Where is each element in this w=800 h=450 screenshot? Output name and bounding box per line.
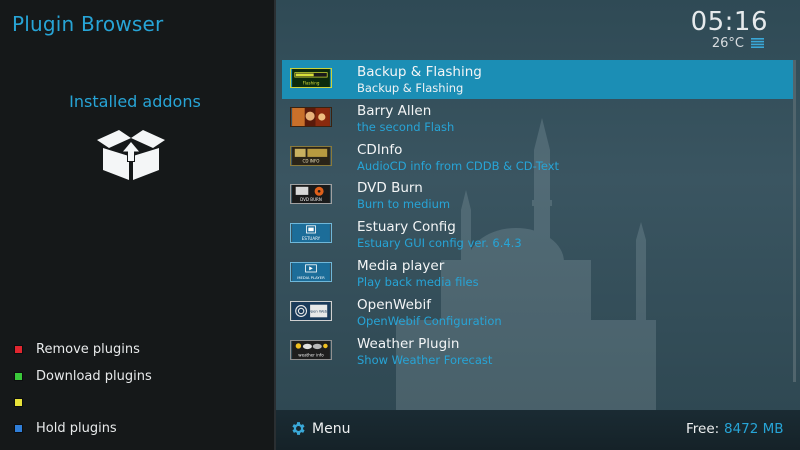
red-square-icon [15, 345, 22, 353]
cdinfo-icon: CD INFO [290, 145, 332, 166]
section-title: Installed addons [69, 92, 201, 111]
dvd-burn-icon: DVD BURN [290, 184, 332, 205]
plugin-name: Estuary Config [357, 219, 456, 236]
free-space-value: 8472 MB [724, 421, 784, 437]
menu-button[interactable]: Menu [312, 421, 350, 437]
plugin-row-openwebif[interactable]: Open Webif OpenWebif OpenWebif Configura… [282, 293, 794, 332]
color-key-blue[interactable]: Hold plugins [15, 418, 117, 438]
plugin-row-dvd-burn[interactable]: DVD BURN DVD Burn Burn to medium [282, 176, 794, 215]
estuary-icon: ESTUARY [290, 223, 332, 244]
plugin-name: Barry Allen [357, 102, 432, 119]
flashing-thumb-label: Flashing [303, 80, 320, 85]
free-space-label: Free: [686, 421, 720, 437]
plugin-description: AudioCD info from CDDB & CD-Text [357, 158, 560, 173]
green-square-icon [15, 372, 22, 380]
cdinfo-thumb-label: CD INFO [303, 158, 320, 163]
media-player-icon: MEDIA PLAYER [290, 261, 332, 282]
plugin-name: Weather Plugin [357, 335, 460, 352]
plugin-description: Estuary GUI config ver. 6.4.3 [357, 236, 522, 251]
color-key-green[interactable]: Download plugins [15, 366, 152, 386]
plugin-list: Flashing Backup & Flashing Backup & Flas… [282, 60, 794, 370]
plugin-name: Media player [357, 257, 445, 274]
plugin-row-backup-flashing[interactable]: Flashing Backup & Flashing Backup & Flas… [282, 60, 794, 99]
right-panel: 05:16 26°C Flashing Backup & Flashing Ba… [276, 0, 800, 450]
plugin-description: Play back media files [357, 274, 479, 289]
app-title: Plugin Browser [12, 12, 164, 36]
plugin-name: CDInfo [357, 141, 403, 158]
clock: 05:16 [690, 7, 768, 37]
plugin-description: Backup & Flashing [357, 81, 464, 95]
plugin-name: Backup & Flashing [357, 64, 482, 80]
color-key-label: Hold plugins [36, 420, 117, 436]
color-key-label: Download plugins [36, 368, 152, 384]
screen: Plugin Browser Installed addons Remove p… [0, 0, 800, 450]
color-key-red[interactable]: Remove plugins [15, 339, 140, 359]
media-player-thumb-label: MEDIA PLAYER [297, 276, 325, 280]
blue-square-icon [15, 424, 22, 432]
bottom-bar: Menu Free: 8472 MB [276, 410, 800, 450]
plugin-row-barry-allen[interactable]: Barry Allen the second Flash [282, 99, 794, 138]
plugin-name: DVD Burn [357, 180, 423, 197]
weather-lines-icon [751, 38, 764, 48]
barry-allen-icon [290, 106, 332, 127]
yellow-square-icon [15, 398, 22, 406]
list-scrollbar[interactable] [793, 60, 796, 382]
openwebif-icon: Open Webif [290, 300, 332, 321]
temperature: 26°C [711, 36, 744, 51]
left-panel: Plugin Browser Installed addons Remove p… [0, 0, 276, 450]
dvd-burn-thumb-label: DVD BURN [300, 197, 322, 202]
plugin-description: Show Weather Forecast [357, 352, 493, 367]
plugin-description: OpenWebif Configuration [357, 313, 502, 328]
plugin-row-weather-plugin[interactable]: weather info Weather Plugin Show Weather… [282, 332, 794, 371]
estuary-thumb-label: ESTUARY [302, 236, 321, 241]
open-box-icon [97, 130, 165, 180]
plugin-row-cdinfo[interactable]: CD INFO CDInfo AudioCD info from CDDB & … [282, 138, 794, 177]
openwebif-thumb-label: Open Webif [308, 309, 331, 313]
plugin-name: OpenWebif [357, 296, 431, 313]
plugin-description: Burn to medium [357, 197, 451, 212]
color-key-label: Remove plugins [36, 341, 140, 357]
plugin-description: the second Flash [357, 119, 455, 134]
color-key-yellow[interactable] [15, 392, 36, 412]
plugin-row-media-player[interactable]: MEDIA PLAYER Media player Play back medi… [282, 254, 794, 293]
weather-info-thumb-label: weather info [298, 352, 324, 357]
flashing-icon: Flashing [290, 68, 332, 88]
weather-info-icon: weather info [290, 339, 332, 360]
plugin-row-estuary-config[interactable]: ESTUARY Estuary Config Estuary GUI confi… [282, 215, 794, 254]
gear-icon[interactable] [290, 420, 307, 437]
